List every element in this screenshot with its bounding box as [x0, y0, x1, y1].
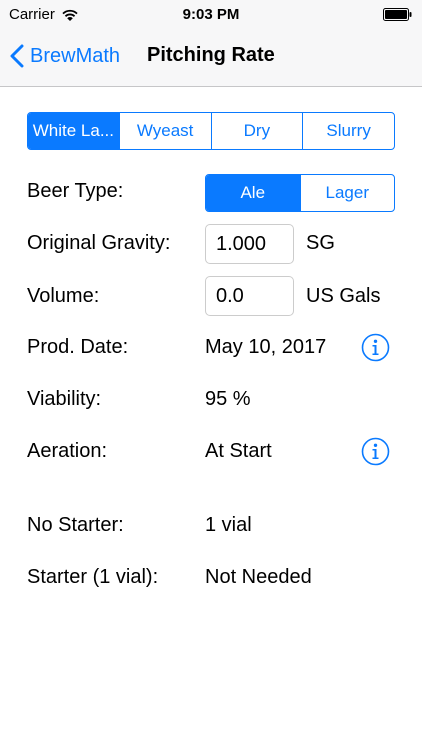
starter-label: Starter (1 vial): [27, 566, 159, 588]
prod-date-value[interactable]: May 10, 2017 [205, 336, 326, 359]
status-bar: Carrier 9:03 PM [0, 0, 422, 30]
chevron-left-icon [10, 44, 24, 68]
back-button[interactable]: BrewMath [10, 40, 120, 72]
segment-ale[interactable]: Ale [206, 175, 301, 211]
status-time: 9:03 PM [182, 6, 240, 23]
yeast-source-segmented-control: White La... Wyeast Dry Slurry [27, 112, 395, 150]
back-button-label: BrewMath [30, 44, 121, 67]
navigation-bar: BrewMath Pitching Rate [0, 30, 422, 87]
volume-unit: US Gals [306, 285, 381, 307]
prod-date-label: Prod. Date: [27, 336, 129, 358]
original-gravity-field[interactable] [205, 224, 294, 264]
starter-value: Not Needed [205, 566, 312, 588]
segment-white-labs[interactable]: White La... [28, 113, 120, 149]
volume-label: Volume: [27, 285, 100, 307]
segment-dry[interactable]: Dry [212, 113, 304, 149]
beer-type-label: Beer Type: [27, 180, 124, 202]
segment-lager[interactable]: Lager [301, 175, 395, 211]
info-icon[interactable] [361, 437, 390, 466]
aeration-label: Aeration: [27, 440, 108, 462]
no-starter-value: 1 vial [205, 514, 252, 536]
aeration-value[interactable]: At Start [205, 440, 272, 463]
page-title: Pitching Rate [147, 44, 275, 66]
volume-field[interactable] [205, 276, 294, 316]
battery-icon [383, 8, 412, 21]
original-gravity-label: Original Gravity: [27, 232, 171, 254]
original-gravity-unit: SG [306, 232, 335, 254]
viability-label: Viability: [27, 388, 102, 410]
no-starter-label: No Starter: [27, 514, 124, 536]
segment-slurry[interactable]: Slurry [303, 113, 394, 149]
beer-type-segmented-control: Ale Lager [205, 174, 395, 212]
info-icon[interactable] [361, 333, 390, 362]
viability-value[interactable]: 95 % [205, 388, 251, 411]
segment-wyeast[interactable]: Wyeast [120, 113, 212, 149]
